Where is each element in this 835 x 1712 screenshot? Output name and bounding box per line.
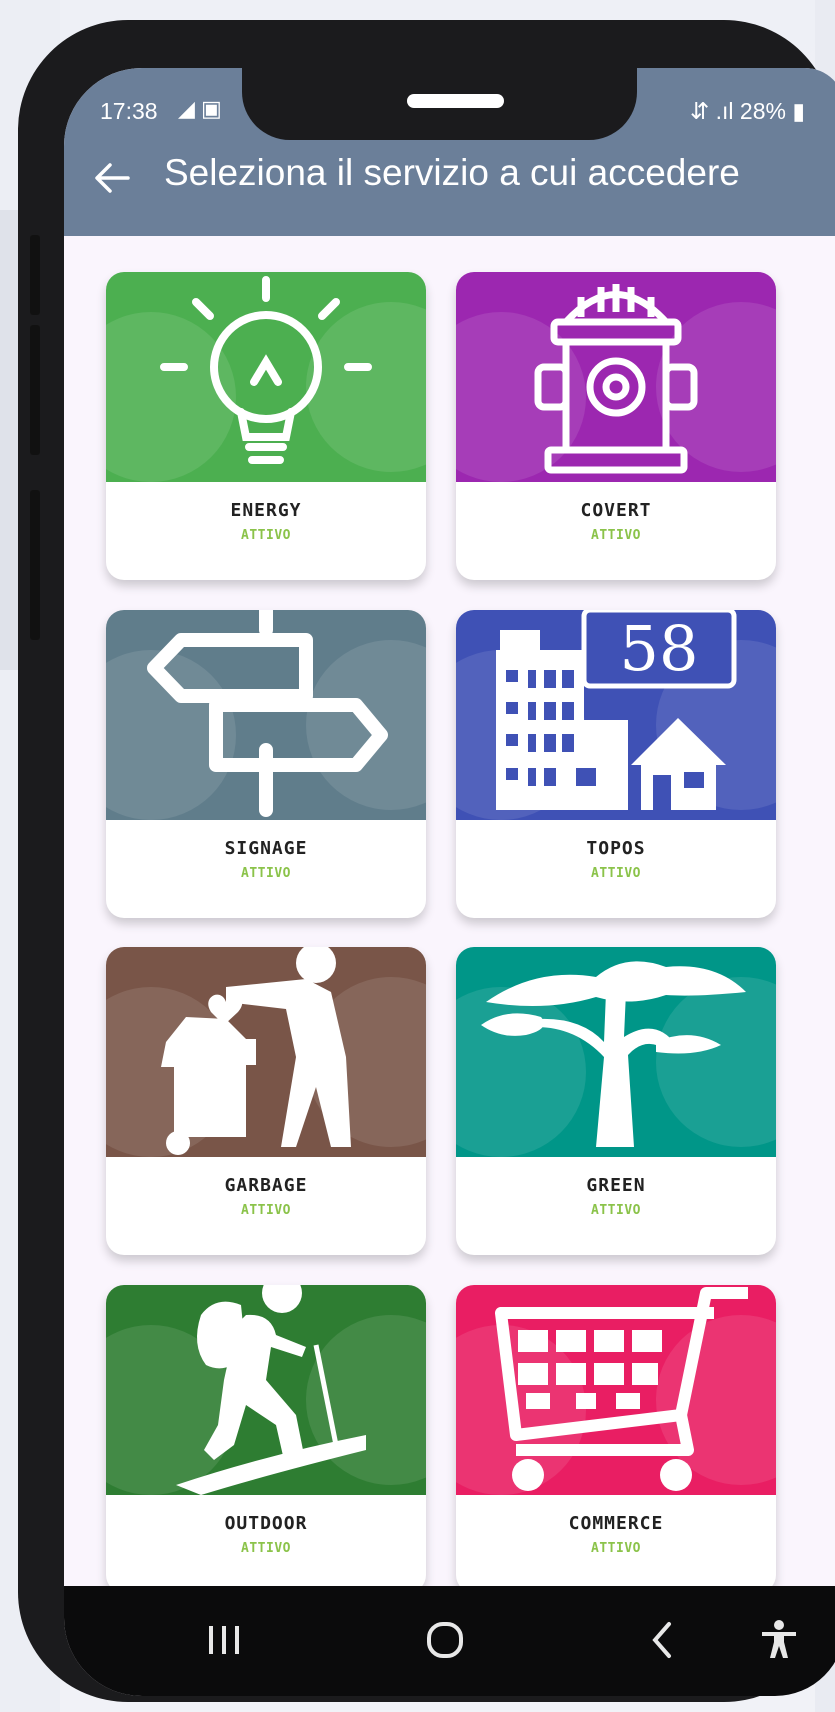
- service-card-outdoor[interactable]: OUTDOOR ATTIVO: [106, 1285, 426, 1593]
- house-number-badge: 58: [620, 612, 699, 685]
- service-status: ATTIVO: [591, 528, 641, 543]
- service-status: ATTIVO: [591, 1541, 641, 1556]
- signpost-icon: [147, 610, 388, 817]
- status-time: 17:38: [100, 98, 158, 124]
- service-name: TOPOS: [586, 838, 646, 859]
- back-arrow-icon[interactable]: [92, 158, 132, 198]
- screen: 17:38 ◢ ▣ ⇵ .ıl 28% ▮ Seleziona il servi…: [64, 68, 835, 1696]
- service-card-signage[interactable]: SIGNAGE ATTIVO: [106, 610, 426, 918]
- service-status: ATTIVO: [241, 866, 291, 881]
- shopping-cart-icon: [495, 1287, 748, 1491]
- lightbulb-icon: [160, 276, 372, 464]
- service-card-covert[interactable]: COVERT ATTIVO: [456, 272, 776, 580]
- system-nav-bar: [64, 1586, 835, 1696]
- service-name: SIGNAGE: [224, 838, 308, 859]
- volume-up-button[interactable]: [30, 235, 40, 315]
- service-card-commerce[interactable]: COMMERCE ATTIVO: [456, 1285, 776, 1593]
- accessibility-icon[interactable]: [754, 1620, 804, 1660]
- card-image: [106, 947, 426, 1157]
- phone-frame: 17:38 ◢ ▣ ⇵ .ıl 28% ▮ Seleziona il servi…: [18, 20, 835, 1702]
- service-name: GARBAGE: [224, 1175, 308, 1196]
- power-button[interactable]: [30, 490, 40, 640]
- service-name: ENERGY: [230, 500, 302, 521]
- volume-down-button[interactable]: [30, 325, 40, 455]
- status-battery: ⇵ .ıl 28% ▮: [689, 98, 805, 124]
- fire-hydrant-icon: [534, 284, 698, 474]
- buildings-house-number-icon: 58: [496, 610, 737, 810]
- service-name: COMMERCE: [568, 1513, 664, 1534]
- status-notification-icons: ◢ ▣: [178, 96, 222, 121]
- service-card-garbage[interactable]: GARBAGE ATTIVO: [106, 947, 426, 1255]
- app-bar: 17:38 ◢ ▣ ⇵ .ıl 28% ▮ Seleziona il servi…: [64, 68, 835, 236]
- service-name: GREEN: [586, 1175, 646, 1196]
- service-status: ATTIVO: [241, 1203, 291, 1218]
- card-image: 58: [456, 610, 776, 820]
- service-grid: ENERGY ATTIVO COVERT ATTIVO SIGNAGE ATTI…: [64, 236, 835, 1593]
- trash-person-icon: [161, 947, 351, 1155]
- card-image: [106, 272, 426, 482]
- card-image: [456, 272, 776, 482]
- card-image: [106, 1285, 426, 1495]
- service-status: ATTIVO: [591, 866, 641, 881]
- service-name: COVERT: [580, 500, 652, 521]
- speaker-grille: [407, 94, 504, 108]
- card-image: [106, 610, 426, 820]
- service-status: ATTIVO: [591, 1203, 641, 1218]
- hiker-icon: [176, 1285, 366, 1495]
- service-card-green[interactable]: GREEN ATTIVO: [456, 947, 776, 1255]
- card-image: [456, 947, 776, 1157]
- service-status: ATTIVO: [241, 1541, 291, 1556]
- recents-icon[interactable]: [199, 1620, 249, 1660]
- camera-notch: [242, 68, 637, 140]
- service-name: OUTDOOR: [224, 1513, 308, 1534]
- home-icon[interactable]: [420, 1620, 470, 1660]
- tree-icon: [481, 961, 746, 1147]
- card-image: [456, 1285, 776, 1495]
- service-card-topos[interactable]: 58 TOPOS ATTIVO: [456, 610, 776, 918]
- back-icon[interactable]: [637, 1620, 687, 1660]
- service-status: ATTIVO: [241, 528, 291, 543]
- service-card-energy[interactable]: ENERGY ATTIVO: [106, 272, 426, 580]
- page-title: Seleziona il servizio a cui accedere: [164, 152, 740, 193]
